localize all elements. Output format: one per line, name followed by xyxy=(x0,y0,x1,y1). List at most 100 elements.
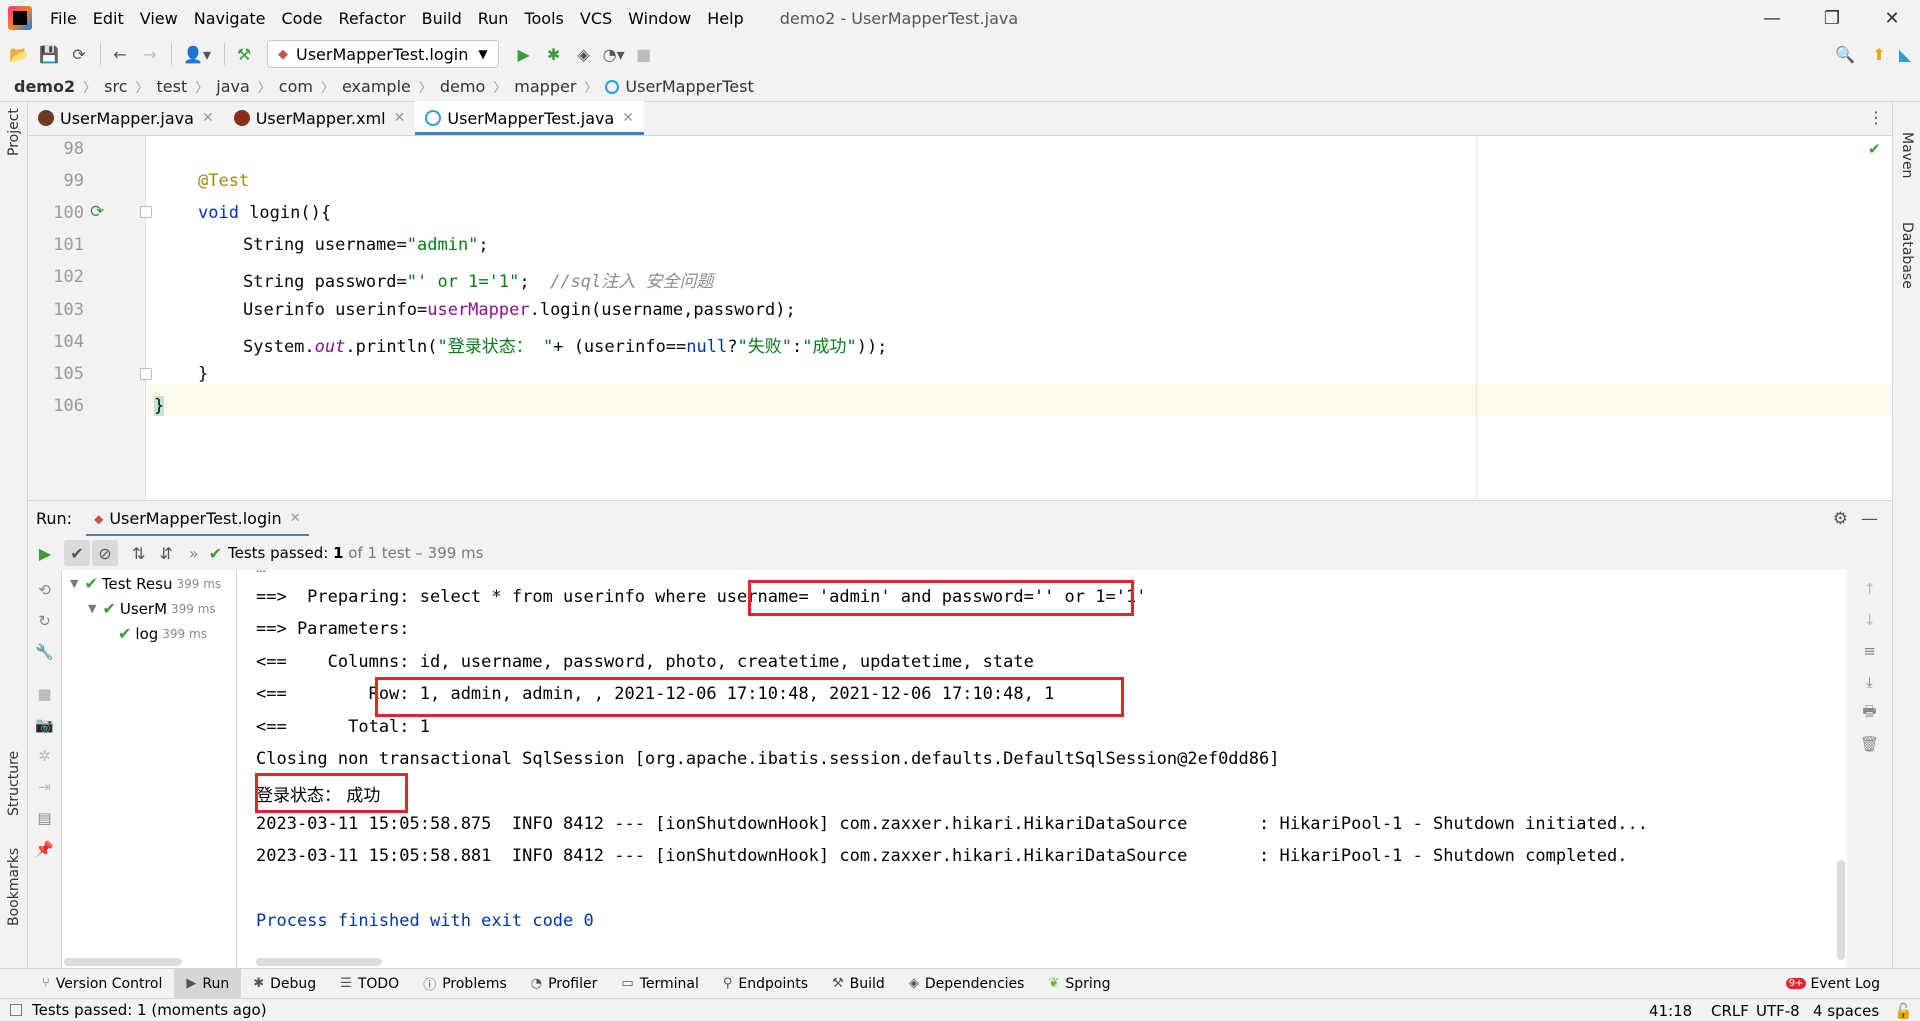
close-tab-icon[interactable]: ✕ xyxy=(622,110,634,126)
console-output[interactable]: … ==> Preparing: select * from userinfo … xyxy=(237,570,1847,968)
menu-code[interactable]: Code xyxy=(274,9,331,28)
tab-usermapper-java[interactable]: UserMapper.java ✕ xyxy=(28,101,224,135)
menu-tools[interactable]: Tools xyxy=(516,9,571,28)
tab-usermapper-xml[interactable]: UserMapper.xml ✕ xyxy=(224,101,416,135)
breadcrumb-mapper[interactable]: mapper xyxy=(514,77,576,96)
code-editor[interactable]: ✔ 98 99 100 101 102 103 104 105 106 ⟳ @T… xyxy=(28,136,1892,500)
inspection-ok-icon[interactable]: ✔ xyxy=(1868,140,1881,158)
sync-icon[interactable]: ⟳ xyxy=(68,43,90,65)
line-separator[interactable]: CRLF xyxy=(1711,999,1749,1021)
console-hscrollbar[interactable] xyxy=(256,958,382,966)
camera-icon[interactable]: 📷 xyxy=(34,714,56,736)
event-log-button[interactable]: 9+ Event Log xyxy=(1774,969,1892,999)
database-tool-button[interactable]: Database xyxy=(1899,222,1915,289)
trash-icon[interactable]: 🗑 xyxy=(1859,733,1881,755)
layout-icon[interactable]: ▤ xyxy=(34,807,56,829)
breadcrumb-project[interactable]: demo2 xyxy=(14,77,75,96)
console-vscrollbar[interactable] xyxy=(1837,860,1845,960)
menu-view[interactable]: View xyxy=(132,9,186,28)
open-folder-icon[interactable]: 📂 xyxy=(8,43,30,65)
close-window-icon[interactable]: ✕ xyxy=(1864,0,1920,36)
tree-method-node[interactable]: ✔ log 399 ms xyxy=(118,624,207,643)
menu-build[interactable]: Build xyxy=(414,9,470,28)
fold-icon[interactable] xyxy=(140,368,152,380)
tab-build[interactable]: ⚒ Build xyxy=(820,969,897,999)
print-icon[interactable]: 🖶 xyxy=(1859,702,1881,724)
close-tab-icon[interactable]: ✕ xyxy=(394,110,406,126)
run-configuration-select[interactable]: ◆ UserMapperTest.login ▼ xyxy=(267,40,499,68)
profiler-icon[interactable]: ◔▾ xyxy=(603,43,625,65)
close-tab-icon[interactable]: ✕ xyxy=(290,511,301,526)
close-tab-icon[interactable]: ✕ xyxy=(202,110,214,126)
tab-endpoints[interactable]: ⚲ Endpoints xyxy=(711,969,820,999)
coverage-icon[interactable]: ◈ xyxy=(573,43,595,65)
up-arrow-icon[interactable]: ↑ xyxy=(1859,578,1881,600)
breadcrumb-java[interactable]: java xyxy=(216,77,250,96)
menu-navigate[interactable]: Navigate xyxy=(186,9,274,28)
menu-refactor[interactable]: Refactor xyxy=(330,9,413,28)
tab-dependencies[interactable]: ◈ Dependencies xyxy=(897,969,1037,999)
toggle-autotest-icon[interactable]: ↻ xyxy=(34,610,56,632)
tab-spring[interactable]: ❦ Spring xyxy=(1036,969,1122,999)
settings-gear-icon[interactable]: ⚙ xyxy=(1833,509,1848,529)
tab-problems[interactable]: ⓘ Problems xyxy=(411,969,519,999)
show-passed-icon[interactable]: ✔ xyxy=(64,540,90,566)
back-arrow-icon[interactable]: ← xyxy=(109,43,131,65)
hide-panel-icon[interactable]: — xyxy=(1861,509,1878,529)
sort-alpha-icon[interactable]: ⇅ xyxy=(132,544,145,563)
minimize-icon[interactable]: — xyxy=(1744,0,1800,36)
run-icon[interactable]: ▶ xyxy=(513,43,535,65)
rerun-icon[interactable]: ▶ xyxy=(28,544,62,563)
user-icon[interactable]: 👤▾ xyxy=(180,43,214,65)
menu-window[interactable]: Window xyxy=(620,9,699,28)
tab-version-control[interactable]: ⑂ Version Control xyxy=(30,969,174,999)
menu-file[interactable]: File xyxy=(42,9,85,28)
tab-run[interactable]: ▶ Run xyxy=(174,968,242,999)
breadcrumb-com[interactable]: com xyxy=(279,77,313,96)
search-icon[interactable]: 🔍 xyxy=(1834,43,1856,65)
status-toggle-icon[interactable] xyxy=(10,1004,22,1016)
project-tool-button[interactable]: Project xyxy=(6,108,22,156)
structure-tool-button[interactable]: Structure xyxy=(6,751,22,816)
indent-setting[interactable]: 4 spaces xyxy=(1813,999,1879,1021)
tab-todo[interactable]: ☰ TODO xyxy=(328,969,411,999)
tab-profiler[interactable]: ◔ Profiler xyxy=(519,969,610,999)
menu-vcs[interactable]: VCS xyxy=(572,9,620,28)
maven-tool-button[interactable]: Maven xyxy=(1899,132,1915,178)
breadcrumb-src[interactable]: src xyxy=(104,77,127,96)
hammer-icon[interactable]: ⚒ xyxy=(233,43,255,65)
menu-help[interactable]: Help xyxy=(699,9,751,28)
tab-terminal[interactable]: ▭ Terminal xyxy=(609,969,710,999)
breadcrumb-demo[interactable]: demo xyxy=(440,77,485,96)
tree-scrollbar[interactable] xyxy=(64,958,182,966)
status-message[interactable]: Tests passed: 1 (moments ago) xyxy=(32,1001,267,1019)
run-tab[interactable]: ◆ UserMapperTest.login ✕ xyxy=(86,501,309,537)
debug-icon[interactable]: ✱ xyxy=(543,43,565,65)
lock-icon[interactable]: 🔓 xyxy=(1894,999,1913,1021)
pin-icon[interactable]: 📌 xyxy=(34,838,56,860)
wrench-icon[interactable]: 🔧 xyxy=(34,641,56,663)
fold-icon[interactable] xyxy=(140,206,152,218)
sort-duration-icon[interactable]: ⇵ xyxy=(159,544,172,563)
soft-wrap-icon[interactable]: ≡ xyxy=(1859,640,1881,662)
breadcrumb-class[interactable]: UserMapperTest xyxy=(625,77,753,96)
stop-icon[interactable]: ■ xyxy=(633,43,655,65)
restore-icon[interactable]: ❐ xyxy=(1804,0,1860,36)
tab-usermappertest-java[interactable]: UserMapperTest.java ✕ xyxy=(415,101,645,135)
tree-root-node[interactable]: ▼ ✔ Test Resu 399 ms xyxy=(70,574,221,593)
breadcrumb-test[interactable]: test xyxy=(157,77,188,96)
file-encoding[interactable]: UTF-8 xyxy=(1756,999,1800,1021)
stop-icon[interactable]: ■ xyxy=(34,683,56,705)
bookmarks-tool-button[interactable]: Bookmarks xyxy=(6,848,22,926)
exit-icon[interactable]: ⇥ xyxy=(34,776,56,798)
toolbox-icon[interactable]: ◣ xyxy=(1894,43,1916,65)
more-actions-icon[interactable]: » xyxy=(189,544,199,563)
rerun-failed-icon[interactable]: ⟲ xyxy=(34,579,56,601)
tree-class-node[interactable]: ▼ ✔ UserM 399 ms xyxy=(88,599,216,618)
debug-config-icon[interactable]: ✲ xyxy=(34,745,56,767)
scroll-to-end-icon[interactable]: ⤓ xyxy=(1859,671,1881,693)
breadcrumb-example[interactable]: example xyxy=(342,77,411,96)
more-tabs-icon[interactable]: ⋮ xyxy=(1868,108,1884,127)
down-arrow-icon[interactable]: ↓ xyxy=(1859,609,1881,631)
save-icon[interactable]: 💾 xyxy=(38,43,60,65)
